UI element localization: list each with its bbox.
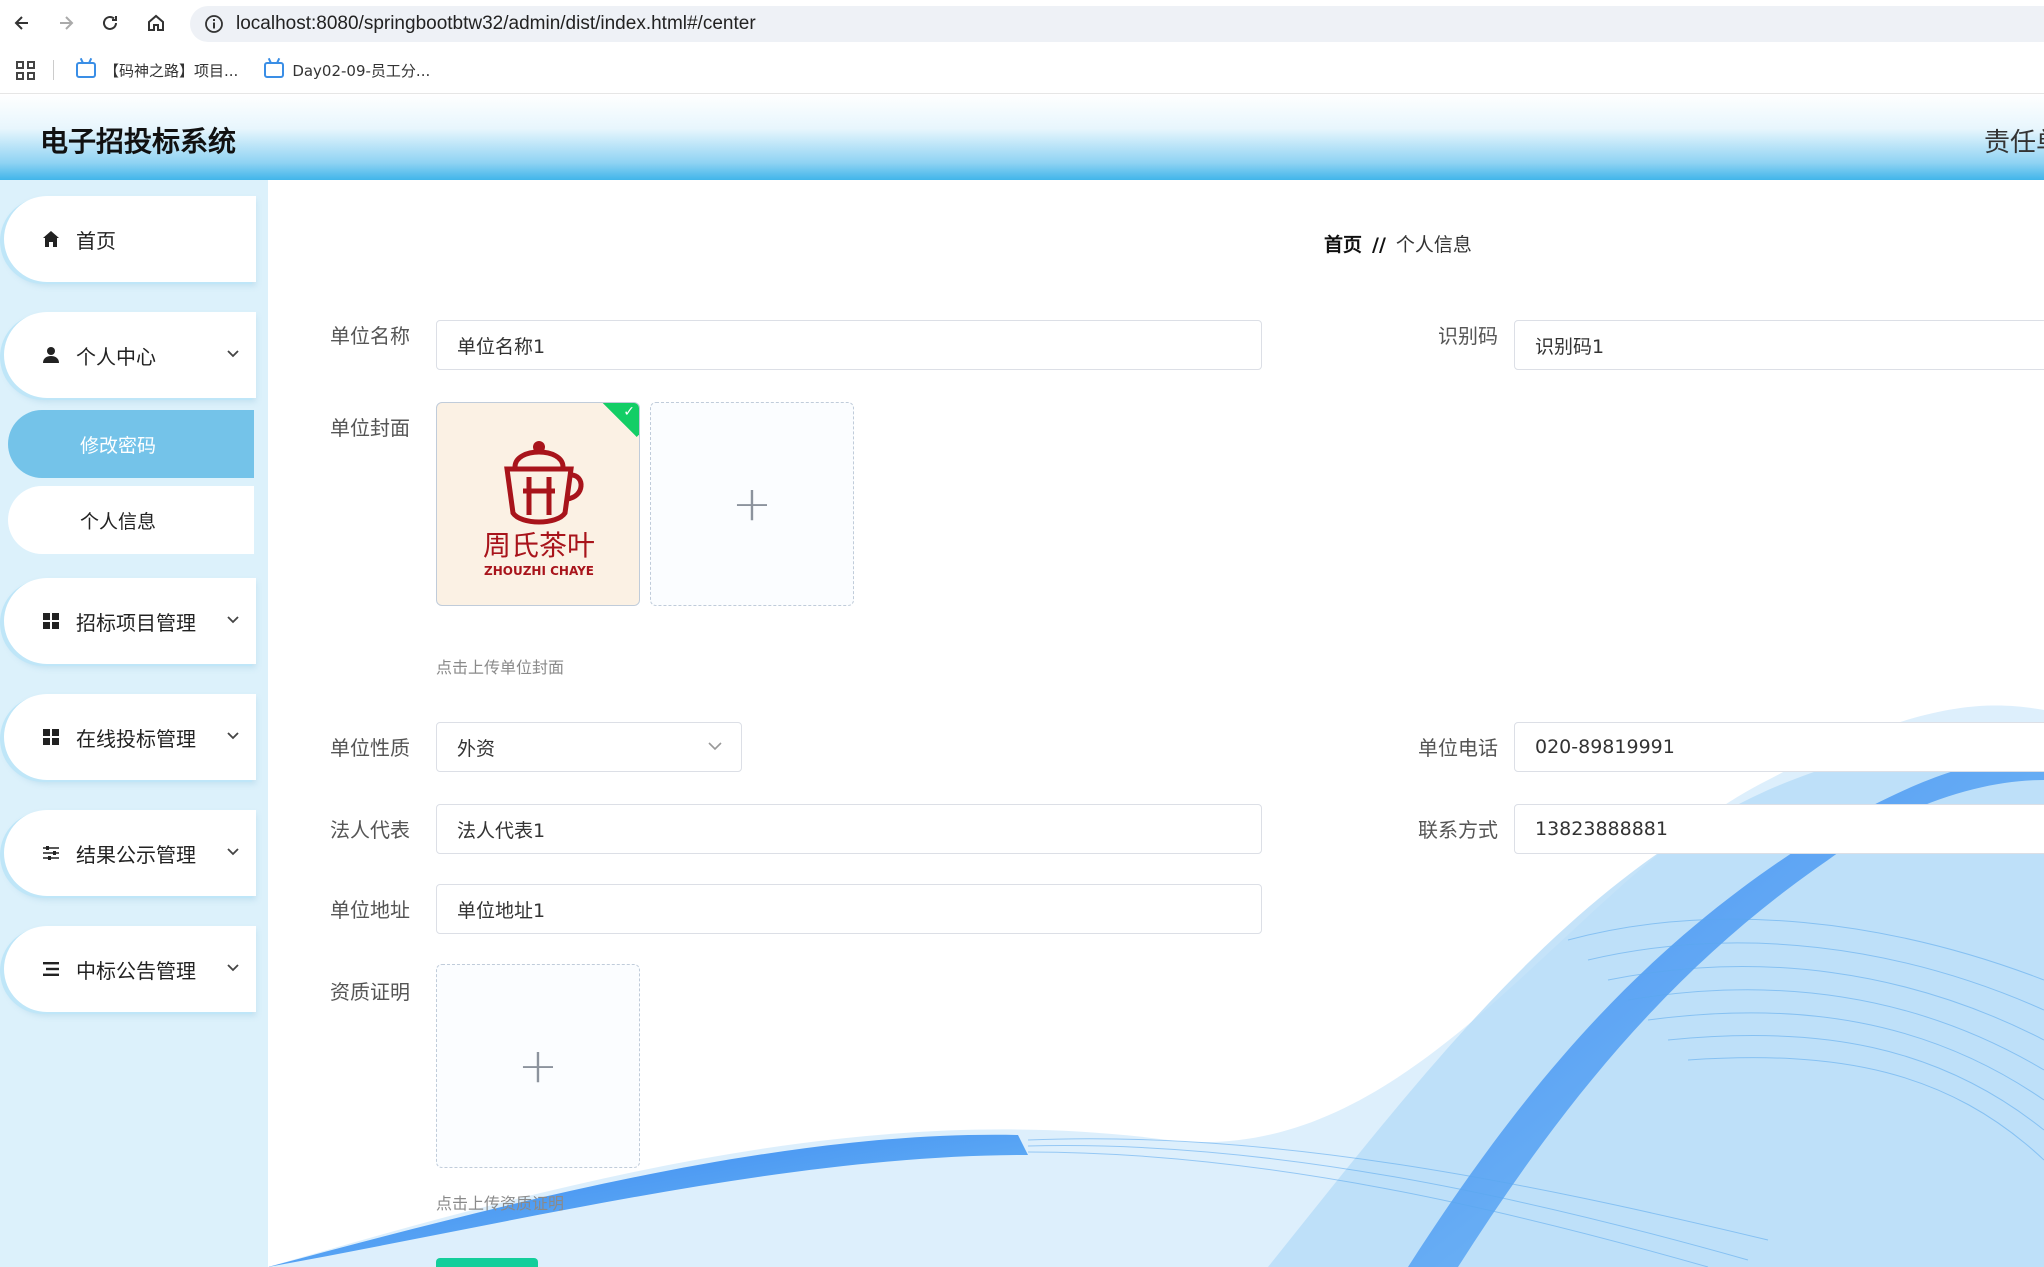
breadcrumb-separator: // [1372, 234, 1386, 256]
bilibili-icon [76, 62, 96, 78]
qualification-label: 资质证明 [330, 980, 410, 1004]
sidebar-item-result-publicity[interactable]: 结果公示管理 [4, 810, 256, 896]
chevron-down-icon [707, 737, 723, 756]
cover-upload-hint: 点击上传单位封面 [436, 658, 565, 677]
check-icon: ✓ [623, 404, 635, 420]
sidebar-item-personal-center[interactable]: 个人中心 [4, 312, 256, 398]
sidebar-item-home[interactable]: 首页 [4, 196, 256, 282]
phone-label: 单位电话 [1418, 736, 1498, 760]
logo-chinese-text: 周氏茶叶 [483, 529, 595, 562]
submit-button[interactable] [436, 1258, 538, 1267]
chevron-down-icon [226, 842, 240, 861]
plus-icon: + [731, 476, 773, 532]
tea-company-logo: 周氏茶叶 ZHOUZHI CHAYE [483, 441, 595, 578]
qualification-upload-hint: 点击上传资质证明 [436, 1194, 565, 1213]
reload-icon[interactable] [96, 9, 124, 37]
cover-image-thumbnail[interactable]: 周氏茶叶 ZHOUZHI CHAYE ✓ [436, 402, 640, 606]
sidebar-subitem-personal-info[interactable]: 个人信息 [8, 486, 254, 554]
back-icon[interactable] [8, 9, 36, 37]
nature-label: 单位性质 [330, 736, 410, 760]
chevron-down-icon [226, 344, 240, 363]
address-bar[interactable]: localhost:8080/springbootbtw32/admin/dis… [190, 6, 2044, 42]
url-text[interactable]: localhost:8080/springbootbtw32/admin/dis… [236, 13, 756, 35]
cover-label: 单位封面 [330, 416, 410, 440]
cover-upload-button[interactable]: + [650, 402, 854, 606]
sidebar: 首页 个人中心 修改密码 个人信息 招标项目管理 在线投标管理 结果公示管理 中… [0, 180, 268, 1267]
contact-label: 联系方式 [1418, 818, 1498, 842]
qualification-upload-button[interactable]: + [436, 964, 640, 1168]
sidebar-subitem-change-password[interactable]: 修改密码 [8, 410, 254, 478]
breadcrumb-current: 个人信息 [1395, 234, 1472, 256]
sidebar-item-bid-project[interactable]: 招标项目管理 [4, 578, 256, 664]
chevron-down-icon [226, 958, 240, 977]
bookmark-item[interactable]: 【码神之路】项目... [76, 60, 238, 81]
grid-icon [40, 612, 62, 630]
bookmark-item[interactable]: Day02-09-员工分... [264, 60, 430, 81]
list-icon [40, 960, 62, 978]
phone-input[interactable]: 020-89819991 [1514, 722, 2044, 772]
info-icon[interactable] [204, 14, 224, 34]
app-title: 电子招投标系统 [40, 125, 237, 158]
browser-chrome: localhost:8080/springbootbtw32/admin/dis… [0, 0, 2044, 94]
sidebar-item-award-notice[interactable]: 中标公告管理 [4, 926, 256, 1012]
bilibili-icon [264, 62, 285, 78]
unit-name-label: 单位名称 [330, 324, 410, 348]
plus-icon: + [517, 1038, 559, 1094]
logo-english-text: ZHOUZHI CHAYE [484, 564, 594, 578]
sliders-icon [40, 844, 62, 862]
chevron-down-icon [226, 610, 240, 629]
user-role-text[interactable]: 责任单 [1984, 122, 2044, 159]
chevron-down-icon [226, 726, 240, 745]
unit-name-input[interactable]: 单位名称1 [436, 320, 1262, 370]
user-icon [40, 346, 62, 364]
legal-rep-input[interactable]: 法人代表1 [436, 804, 1262, 854]
id-code-label: 识别码 [1438, 324, 1498, 348]
apps-icon[interactable] [16, 60, 35, 80]
home-browser-icon[interactable] [142, 9, 170, 37]
legal-rep-label: 法人代表 [330, 818, 410, 842]
address-input[interactable]: 单位地址1 [436, 884, 1262, 934]
home-icon [40, 230, 62, 248]
bookmarks-bar: 【码神之路】项目... Day02-09-员工分... [0, 50, 2044, 90]
address-label: 单位地址 [330, 898, 410, 922]
main-content: 首页 // 个人信息 单位名称 单位名称1 识别码 识别码1 单位封面 周氏茶叶 Z… [268, 180, 2044, 1267]
forward-icon[interactable] [52, 9, 80, 37]
sidebar-item-online-bid[interactable]: 在线投标管理 [4, 694, 256, 780]
app-header: 电子招投标系统 责任单 [0, 94, 2044, 180]
contact-input[interactable]: 13823888881 [1514, 804, 2044, 854]
grid-icon [40, 728, 62, 746]
breadcrumb-home[interactable]: 首页 [1324, 234, 1362, 256]
id-code-input[interactable]: 识别码1 [1514, 320, 2044, 370]
bookmark-divider [53, 60, 54, 80]
nature-select[interactable]: 外资 [436, 722, 742, 772]
breadcrumb: 首页 // 个人信息 [1324, 230, 1472, 257]
